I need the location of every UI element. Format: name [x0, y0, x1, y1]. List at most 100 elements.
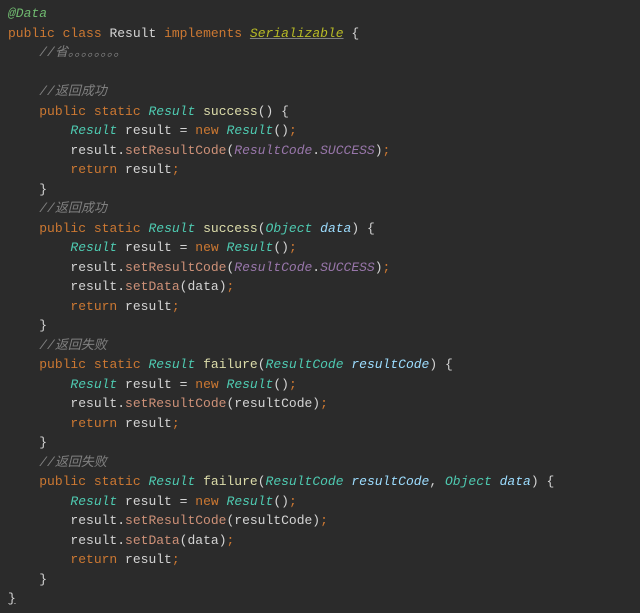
rparen: ) — [351, 221, 359, 236]
enum-class: ResultCode — [234, 260, 312, 275]
return-type: Result — [148, 221, 195, 236]
rparen: ) — [281, 123, 289, 138]
var-name: result — [70, 396, 117, 411]
semicolon: ; — [383, 143, 391, 158]
semicolon: ; — [320, 513, 328, 528]
rparen: ) — [312, 513, 320, 528]
semicolon: ; — [227, 279, 235, 294]
var-name: result — [125, 123, 172, 138]
var-name: result — [70, 260, 117, 275]
param-name: data — [500, 474, 531, 489]
enum-value: SUCCESS — [320, 260, 375, 275]
keyword-class: class — [63, 26, 102, 41]
semicolon: ; — [383, 260, 391, 275]
comment-failure-1: //返回失败 — [39, 338, 107, 353]
var-name: result — [70, 513, 117, 528]
brace: { — [445, 357, 453, 372]
keyword-new: new — [195, 123, 218, 138]
equals: = — [180, 123, 188, 138]
semicolon: ; — [227, 533, 235, 548]
lparen: ( — [273, 123, 281, 138]
keyword-static: static — [94, 221, 141, 236]
keyword-new: new — [195, 494, 218, 509]
method-failure: failure — [203, 357, 258, 372]
var-type: Result — [70, 494, 117, 509]
var-name: result — [125, 552, 172, 567]
param-type: Object — [445, 474, 492, 489]
equals: = — [180, 377, 188, 392]
rparen: ) — [219, 279, 227, 294]
return-type: Result — [148, 357, 195, 372]
rparen: ) — [375, 143, 383, 158]
semicolon: ; — [172, 299, 180, 314]
var-name: result — [70, 533, 117, 548]
lparen: ( — [258, 474, 266, 489]
rparen: ) — [281, 494, 289, 509]
annotation: @Data — [8, 6, 47, 21]
brace: { — [281, 104, 289, 119]
comment-omit: //省。。。。。。。。 — [39, 45, 126, 60]
param-type: Object — [266, 221, 313, 236]
keyword-public: public — [8, 26, 55, 41]
brace: { — [546, 474, 554, 489]
code-editor[interactable]: @Data public class Result implements Ser… — [0, 0, 640, 613]
lparen: ( — [273, 377, 281, 392]
keyword-static: static — [94, 474, 141, 489]
var-name: result — [125, 162, 172, 177]
arg: data — [187, 533, 218, 548]
semicolon: ; — [172, 552, 180, 567]
param-type: ResultCode — [266, 474, 344, 489]
return-type: Result — [148, 474, 195, 489]
interface-name: Serializable — [250, 26, 344, 41]
lparen: ( — [273, 494, 281, 509]
var-name: result — [70, 279, 117, 294]
rparen: ) — [531, 474, 539, 489]
brace-close: } — [39, 572, 47, 587]
arg: resultCode — [234, 513, 312, 528]
dot: . — [117, 143, 125, 158]
var-name: result — [125, 377, 172, 392]
var-name: result — [125, 494, 172, 509]
lparen: ( — [273, 240, 281, 255]
constructor: Result — [227, 123, 274, 138]
var-name: result — [70, 143, 117, 158]
param-type: ResultCode — [266, 357, 344, 372]
method-success: success — [203, 104, 258, 119]
keyword-implements: implements — [164, 26, 242, 41]
enum-value: SUCCESS — [320, 143, 375, 158]
semicolon: ; — [289, 240, 297, 255]
var-name: result — [125, 240, 172, 255]
brace-close: } — [39, 318, 47, 333]
keyword-public: public — [39, 357, 86, 372]
lparen: ( — [258, 104, 266, 119]
param-name: data — [320, 221, 351, 236]
keyword-new: new — [195, 377, 218, 392]
comment-success-1: //返回成功 — [39, 84, 107, 99]
param-name: resultCode — [351, 474, 429, 489]
dot: . — [117, 513, 125, 528]
comment-success-2: //返回成功 — [39, 201, 107, 216]
var-type: Result — [70, 240, 117, 255]
brace-close: } — [39, 435, 47, 450]
constructor: Result — [227, 377, 274, 392]
arg: resultCode — [234, 396, 312, 411]
brace-close: } — [39, 182, 47, 197]
semicolon: ; — [320, 396, 328, 411]
keyword-static: static — [94, 357, 141, 372]
keyword-public: public — [39, 221, 86, 236]
param-name: resultCode — [351, 357, 429, 372]
var-name: result — [125, 416, 172, 431]
dot: . — [117, 279, 125, 294]
keyword-return: return — [70, 162, 117, 177]
rparen: ) — [312, 396, 320, 411]
keyword-static: static — [94, 104, 141, 119]
class-name: Result — [109, 26, 156, 41]
arg: data — [187, 279, 218, 294]
rparen: ) — [281, 240, 289, 255]
constructor: Result — [227, 240, 274, 255]
return-type: Result — [148, 104, 195, 119]
rparen: ) — [375, 260, 383, 275]
brace: { — [367, 221, 375, 236]
equals: = — [180, 494, 188, 509]
comment-failure-2: //返回失败 — [39, 455, 107, 470]
